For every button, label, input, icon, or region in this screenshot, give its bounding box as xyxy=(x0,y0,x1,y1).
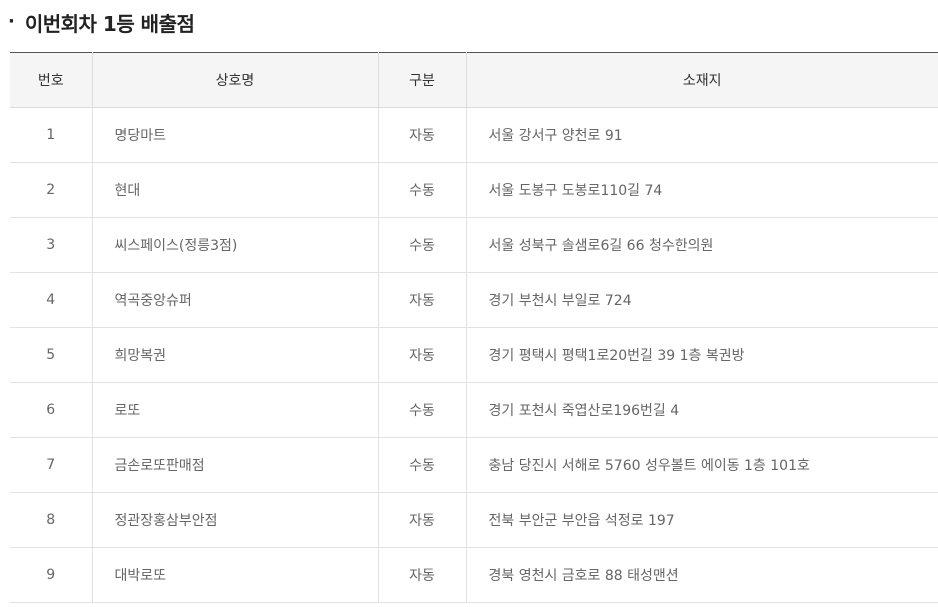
selection-type: 자동 xyxy=(378,547,467,603)
store-address: 서울 강서구 양천로 91 xyxy=(466,107,938,163)
selection-type: 자동 xyxy=(378,492,467,548)
store-name: 대박로또 xyxy=(92,547,379,603)
store-name: 금손로또판매점 xyxy=(92,437,379,493)
store-address: 경기 포천시 죽엽산로196번길 4 xyxy=(466,382,938,438)
store-name: 로또 xyxy=(92,382,379,438)
column-header-store-name: 상호명 xyxy=(92,52,379,108)
row-number: 4 xyxy=(10,272,93,328)
selection-type: 자동 xyxy=(378,107,467,163)
store-address: 경북 영천시 금호로 88 태성맨션 xyxy=(466,547,938,603)
column-header-type: 구분 xyxy=(378,52,467,108)
row-number: 8 xyxy=(10,492,93,548)
table-header-row: 번호 상호명 구분 소재지 xyxy=(10,52,938,108)
selection-type: 수동 xyxy=(378,382,467,438)
column-header-address: 소재지 xyxy=(466,52,938,108)
store-address: 서울 성북구 솔샘로6길 66 청수한의원 xyxy=(466,217,938,273)
section-title: 이번회차 1등 배출점 xyxy=(24,11,195,36)
section-header: · 이번회차 1등 배출점 xyxy=(8,6,195,38)
store-name: 현대 xyxy=(92,162,379,218)
store-name: 씨스페이스(정릉3점) xyxy=(92,217,379,273)
selection-type: 수동 xyxy=(378,162,467,218)
table-row: 9 대박로또 자동 경북 영천시 금호로 88 태성맨션 xyxy=(10,547,938,603)
selection-type: 수동 xyxy=(378,217,467,273)
store-address: 전북 부안군 부안읍 석정로 197 xyxy=(466,492,938,548)
row-number: 2 xyxy=(10,162,93,218)
winning-stores-table: 번호 상호명 구분 소재지 1 명당마트 자동 서울 강서구 양천로 91 2 … xyxy=(10,52,938,603)
store-address: 경기 부천시 부일로 724 xyxy=(466,272,938,328)
table-row: 6 로또 수동 경기 포천시 죽엽산로196번길 4 xyxy=(10,382,938,438)
table-row: 5 희망복권 자동 경기 평택시 평택1로20번길 39 1층 복권방 xyxy=(10,327,938,383)
table-row: 4 역곡중앙슈퍼 자동 경기 부천시 부일로 724 xyxy=(10,272,938,328)
table-row: 8 정관장홍삼부안점 자동 전북 부안군 부안읍 석정로 197 xyxy=(10,492,938,548)
store-name: 희망복권 xyxy=(92,327,379,383)
row-number: 5 xyxy=(10,327,93,383)
table-row: 2 현대 수동 서울 도봉구 도봉로110길 74 xyxy=(10,162,938,218)
selection-type: 자동 xyxy=(378,272,467,328)
table-body: 1 명당마트 자동 서울 강서구 양천로 91 2 현대 수동 서울 도봉구 도… xyxy=(10,107,938,603)
store-address: 충남 당진시 서해로 5760 성우볼트 에이동 1층 101호 xyxy=(466,437,938,493)
store-name: 정관장홍삼부안점 xyxy=(92,492,379,548)
column-header-number: 번호 xyxy=(10,52,93,108)
store-address: 경기 평택시 평택1로20번길 39 1층 복권방 xyxy=(466,327,938,383)
bullet-icon: · xyxy=(8,11,15,32)
selection-type: 수동 xyxy=(378,437,467,493)
row-number: 1 xyxy=(10,107,93,163)
table-row: 3 씨스페이스(정릉3점) 수동 서울 성북구 솔샘로6길 66 청수한의원 xyxy=(10,217,938,273)
store-address: 서울 도봉구 도봉로110길 74 xyxy=(466,162,938,218)
winning-stores-table-container: 번호 상호명 구분 소재지 1 명당마트 자동 서울 강서구 양천로 91 2 … xyxy=(10,52,938,603)
table-header: 번호 상호명 구분 소재지 xyxy=(10,52,938,108)
store-name: 역곡중앙슈퍼 xyxy=(92,272,379,328)
table-row: 7 금손로또판매점 수동 충남 당진시 서해로 5760 성우볼트 에이동 1층… xyxy=(10,437,938,493)
row-number: 9 xyxy=(10,547,93,603)
store-name: 명당마트 xyxy=(92,107,379,163)
table-row: 1 명당마트 자동 서울 강서구 양천로 91 xyxy=(10,107,938,163)
row-number: 3 xyxy=(10,217,93,273)
selection-type: 자동 xyxy=(378,327,467,383)
row-number: 7 xyxy=(10,437,93,493)
row-number: 6 xyxy=(10,382,93,438)
